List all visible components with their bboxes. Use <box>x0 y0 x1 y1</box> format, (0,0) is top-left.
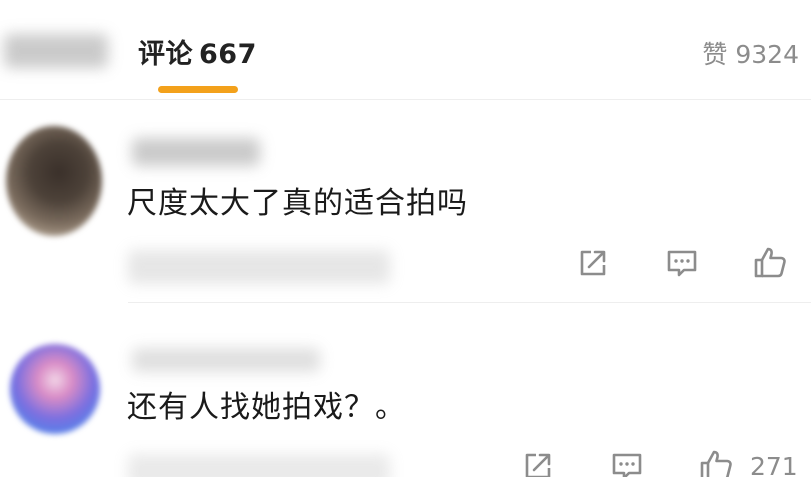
tab-bar: 评论 667 赞 9324 <box>0 0 811 100</box>
share-icon <box>580 250 606 276</box>
tab-likes-count: 9324 <box>735 40 799 69</box>
tab-likes-label: 赞 <box>702 40 728 69</box>
reply-button[interactable] <box>605 446 649 477</box>
share-button[interactable] <box>516 446 560 477</box>
like-icon <box>700 450 732 477</box>
active-tab-indicator <box>158 86 238 93</box>
reply-icon <box>612 453 642 477</box>
share-icon <box>525 453 551 477</box>
comment-divider <box>128 302 811 303</box>
like-button[interactable] <box>694 446 738 477</box>
comment-item: 还有人找她拍戏？。 271 <box>0 304 811 477</box>
tab-comments[interactable]: 评论 667 <box>138 32 257 71</box>
comments-panel: 评论 667 赞 9324 尺度太大了真的适合拍吗 还有人找她拍戏？。 271 <box>0 0 811 477</box>
comment-actions: 271 <box>0 304 811 477</box>
share-button[interactable] <box>571 243 615 283</box>
comment-item: 尺度太大了真的适合拍吗 <box>0 100 811 303</box>
like-count: 271 <box>750 452 798 477</box>
comment-actions <box>0 100 811 303</box>
tab-reposts-blurred[interactable] <box>4 34 108 68</box>
reply-icon <box>667 250 697 277</box>
reply-button[interactable] <box>660 243 704 283</box>
tab-comments-count: 667 <box>199 39 257 70</box>
tab-comments-label: 评论 <box>138 39 193 70</box>
tab-likes[interactable]: 赞 9324 <box>702 35 799 71</box>
like-button[interactable] <box>748 243 792 283</box>
like-icon <box>754 247 786 278</box>
